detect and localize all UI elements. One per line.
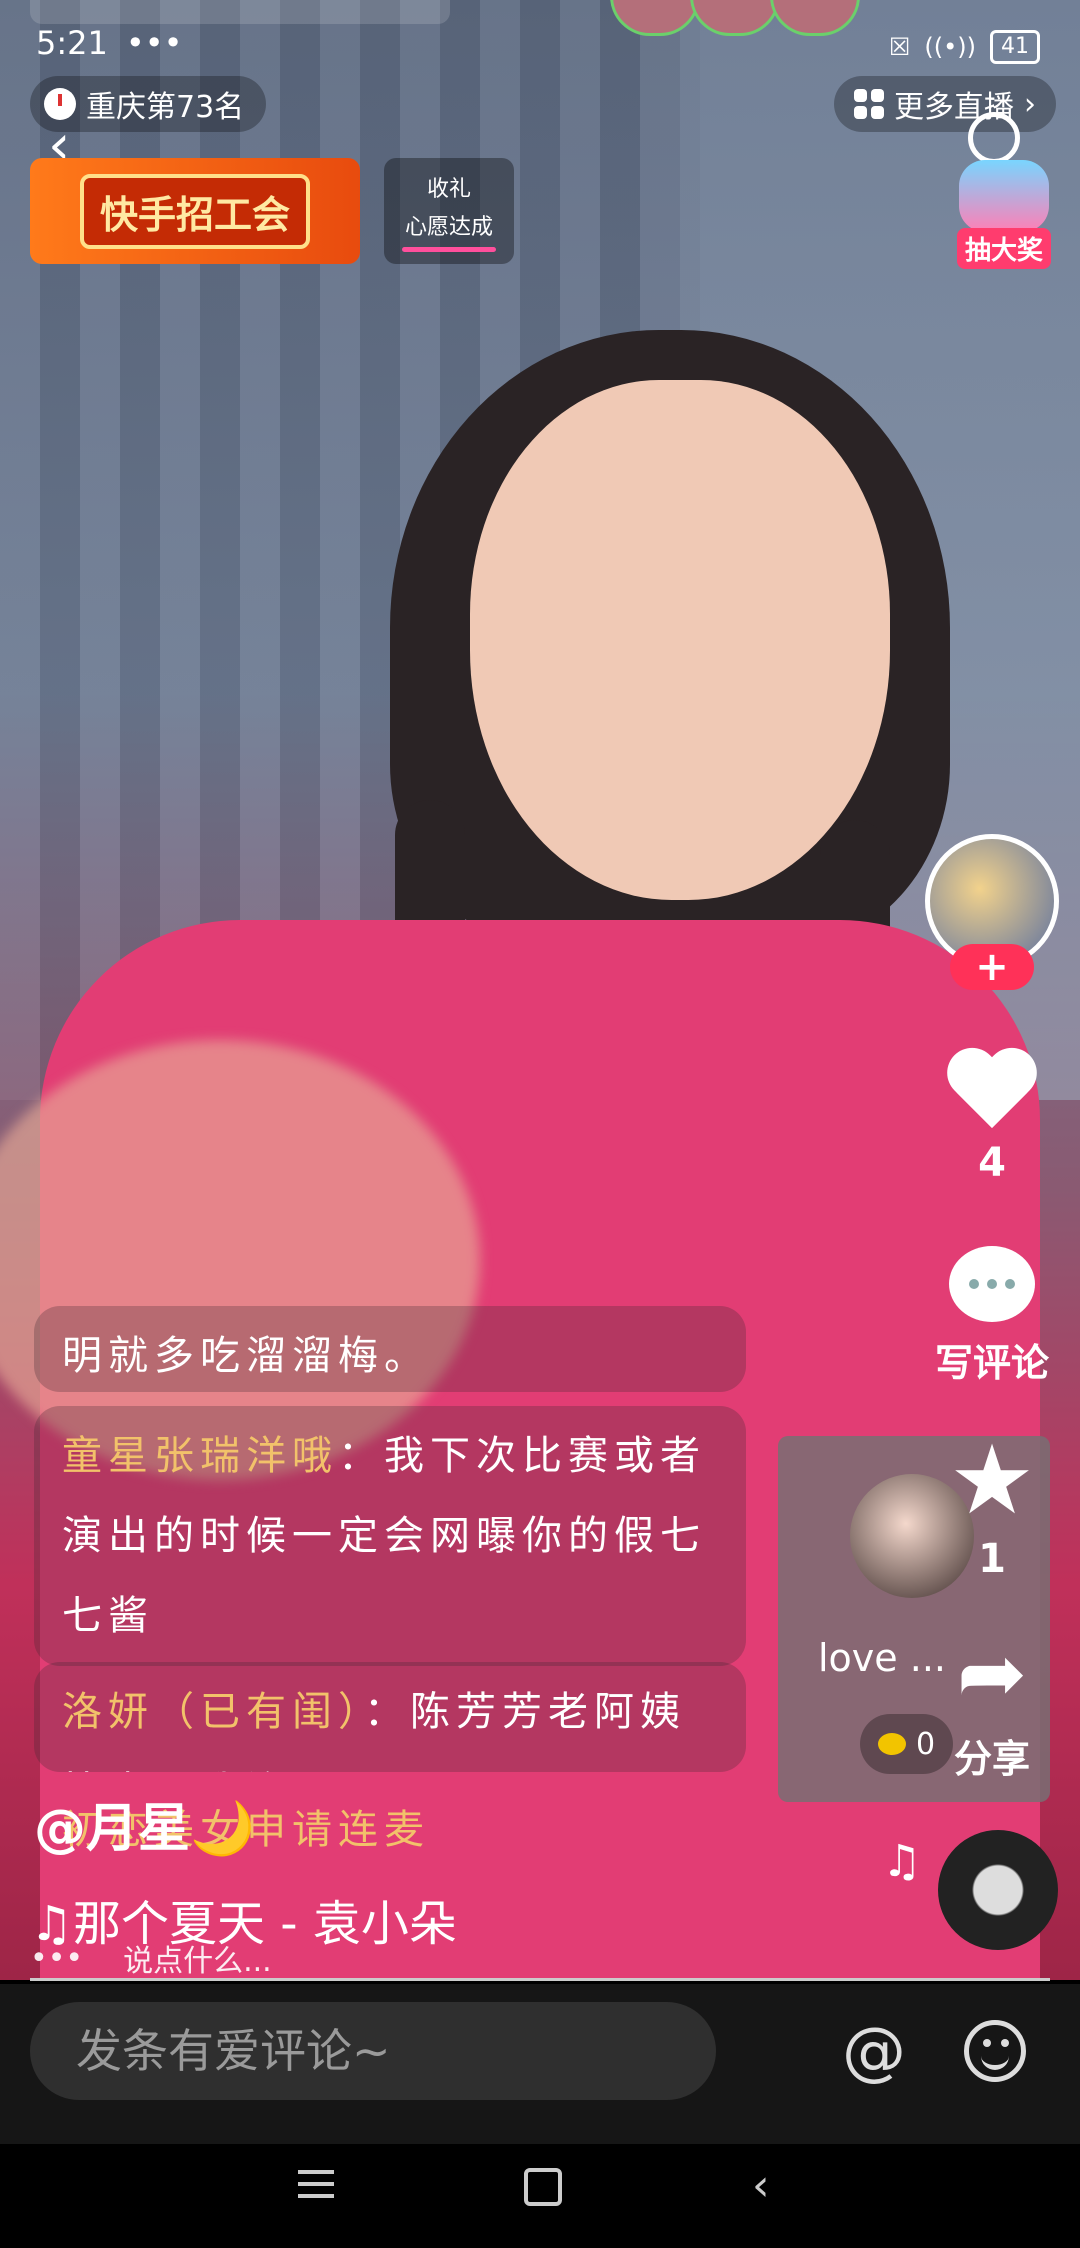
home-icon[interactable]: [524, 2168, 562, 2206]
share-button[interactable]: ➦ 分享: [922, 1628, 1062, 1783]
banner-text: 快手招工会: [79, 173, 310, 249]
like-button[interactable]: 4: [922, 1050, 1062, 1186]
gift-progress-bar: [402, 246, 496, 252]
nav-back-icon[interactable]: ‹: [752, 2160, 770, 2211]
wifi-icon: ((•)): [924, 33, 976, 61]
search-icon[interactable]: [968, 112, 1020, 164]
status-icons: ☒ ((•)) 41: [889, 30, 1040, 64]
favorite-count: 1: [978, 1536, 1006, 1582]
battery-icon: 41: [990, 30, 1040, 64]
say-something-input[interactable]: 说点什么...: [123, 1936, 272, 1980]
like-count: 4: [978, 1140, 1006, 1186]
chat-message: 童星张瑞洋哦：我下次比赛或者演出的时候一定会网曝你的假七七酱: [34, 1406, 746, 1666]
heart-icon: [947, 1050, 1037, 1132]
lottery-button[interactable]: 抽大奖: [956, 160, 1052, 272]
recruitment-banner[interactable]: 快手招工会: [30, 158, 360, 264]
comment-label: 写评论: [934, 1341, 1049, 1385]
chat-message: 明就多吃溜溜梅。: [34, 1306, 746, 1392]
lottery-label: 抽大奖: [956, 228, 1051, 269]
comment-bubble-icon: [949, 1246, 1035, 1322]
chat-message: 洛妍（已有闺）：陈芳芳老阿姨快点跟我连吧: [34, 1662, 746, 1772]
more-live-button[interactable]: 更多直播 ›: [834, 76, 1056, 132]
chat-text: 明就多吃溜溜梅。: [62, 1333, 430, 1379]
gift-line-1: 收礼: [426, 176, 471, 202]
share-label: 分享: [953, 1737, 1030, 1781]
grid-icon: [854, 89, 884, 119]
star-icon: ★: [948, 1424, 1036, 1536]
sim-off-icon: ☒: [888, 33, 911, 61]
video-progress-bar[interactable]: [30, 1978, 1050, 1981]
gift-line-2: 心愿达成: [404, 214, 493, 240]
audience-avatar[interactable]: [610, 0, 700, 36]
city-rank-label: 重庆第73名: [86, 90, 245, 125]
top-info-strip: [30, 0, 450, 24]
anchor-name[interactable]: @月星🌙: [34, 1786, 255, 1861]
status-bar: 5:21 •••: [36, 24, 182, 62]
chat-nick[interactable]: 童星张瑞洋哦: [62, 1433, 338, 1479]
audience-avatar[interactable]: [770, 0, 860, 36]
comment-input[interactable]: [30, 2002, 716, 2100]
lottery-heart-icon: [959, 160, 1049, 232]
streamer-face: [470, 380, 890, 900]
music-disc-icon[interactable]: [938, 1830, 1058, 1950]
recent-apps-icon[interactable]: [298, 2170, 334, 2198]
share-arrow-icon: ➦: [956, 1624, 1028, 1722]
chevron-right-icon: ›: [1024, 86, 1036, 122]
top-audience-avatars[interactable]: [610, 0, 860, 36]
gift-wish-widget[interactable]: 收礼 心愿达成: [384, 158, 514, 264]
status-time: 5:21: [36, 24, 108, 62]
audience-avatar[interactable]: [690, 0, 780, 36]
mention-at-icon[interactable]: @: [842, 2020, 906, 2084]
comment-button[interactable]: 写评论: [922, 1246, 1062, 1387]
favorite-button[interactable]: ★ 1: [922, 1432, 1062, 1582]
coin-icon: [878, 1733, 906, 1755]
live-bottom-bar: ••• 说点什么...: [30, 1940, 1060, 1980]
more-options-button[interactable]: •••: [30, 1941, 83, 1976]
music-note-icon: ♫: [882, 1836, 922, 1887]
anchor-avatar-block[interactable]: +: [922, 834, 1062, 990]
chat-nick[interactable]: 洛妍（已有闺）: [62, 1689, 364, 1735]
follow-button[interactable]: +: [950, 944, 1034, 990]
emoji-icon[interactable]: [964, 2020, 1026, 2082]
status-dots: •••: [125, 24, 183, 62]
